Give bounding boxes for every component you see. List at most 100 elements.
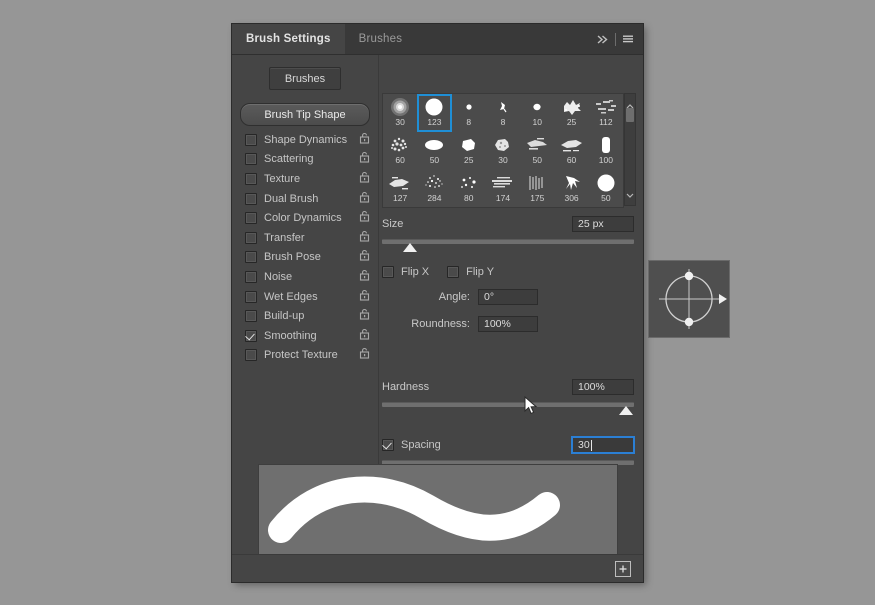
lock-open-icon[interactable] <box>359 248 370 266</box>
brush-preset-cell[interactable]: 8 <box>486 94 520 132</box>
flip-x-checkbox[interactable]: Flip X <box>382 266 429 278</box>
spacing-value: 30 <box>578 439 590 451</box>
lock-open-icon[interactable] <box>359 150 370 168</box>
chevron-down-icon[interactable] <box>626 185 634 205</box>
option-checkbox[interactable] <box>245 153 257 165</box>
tab-brushes[interactable]: Brushes <box>345 24 417 54</box>
hardness-input[interactable]: 100% <box>572 379 634 395</box>
hardness-slider[interactable] <box>382 401 634 415</box>
brush-preset-cell[interactable]: 80 <box>452 170 486 208</box>
brushes-button[interactable]: Brushes <box>269 67 341 90</box>
brush-preset-cell[interactable]: 60 <box>554 132 588 170</box>
lock-open-icon[interactable] <box>359 327 370 345</box>
panel-tabbar-actions <box>596 24 643 54</box>
sidebar-item-wet-edges[interactable]: Wet Edges <box>232 287 378 307</box>
lock-open-icon[interactable] <box>359 346 370 364</box>
brush-preset-size: 127 <box>393 193 407 203</box>
hardness-row: Hardness 100% <box>382 378 634 396</box>
brush-preset-cell[interactable]: 100 <box>589 132 623 170</box>
brush-preset-cell[interactable]: 30 <box>383 94 417 132</box>
angle-roundness-dial[interactable] <box>648 260 730 338</box>
lock-open-icon[interactable] <box>359 288 370 306</box>
double-chevron-right-icon[interactable] <box>596 34 609 45</box>
option-checkbox[interactable] <box>245 310 257 322</box>
brush-preset-cell[interactable]: 30 <box>486 132 520 170</box>
brush-preset-cell[interactable]: 306 <box>554 170 588 208</box>
brush-preset-cell[interactable]: 50 <box>589 170 623 208</box>
brush-preset-grid[interactable]: 3012388102511260502530506010012728480174… <box>382 93 624 208</box>
brush-preset-cell[interactable]: 60 <box>383 132 417 170</box>
spacing-checkbox[interactable]: Spacing <box>382 439 441 451</box>
brush-preset-cell[interactable]: 284 <box>417 170 451 208</box>
flip-y-label: Flip Y <box>466 266 494 278</box>
sidebar-item-build-up[interactable]: Build-up <box>232 306 378 326</box>
brush-preset-cell[interactable]: 10 <box>520 94 554 132</box>
brush-preset-cell[interactable]: 174 <box>486 170 520 208</box>
brush-preset-cell[interactable]: 127 <box>383 170 417 208</box>
tabbar-separator <box>615 33 616 46</box>
tab-brush-settings[interactable]: Brush Settings <box>232 24 345 54</box>
resize-grip[interactable] <box>415 577 461 581</box>
lock-open-icon[interactable] <box>359 268 370 286</box>
lock-open-icon[interactable] <box>359 190 370 208</box>
brush-preset-cell[interactable]: 25 <box>554 94 588 132</box>
sidebar-item-smoothing[interactable]: Smoothing <box>232 326 378 346</box>
sidebar-item-texture[interactable]: Texture <box>232 169 378 189</box>
option-checkbox[interactable] <box>245 251 257 263</box>
brush-preset-cell[interactable]: 50 <box>520 132 554 170</box>
size-input[interactable]: 25 px <box>572 216 634 232</box>
brush-preset-cell[interactable]: 123 <box>417 94 451 132</box>
option-checkbox[interactable] <box>245 193 257 205</box>
hardness-slider-thumb[interactable] <box>619 406 633 415</box>
option-checkbox[interactable] <box>245 232 257 244</box>
option-checkbox[interactable] <box>245 330 257 342</box>
sidebar-item-noise[interactable]: Noise <box>232 267 378 287</box>
brush-preset-size: 50 <box>430 155 439 165</box>
new-brush-plus-icon[interactable] <box>615 561 631 577</box>
roundness-input[interactable]: 100% <box>478 316 538 332</box>
sidebar-item-scattering[interactable]: Scattering <box>232 150 378 170</box>
option-checkbox[interactable] <box>245 212 257 224</box>
brush-grid-scrollbar[interactable] <box>624 93 636 206</box>
brush-preset-cell[interactable]: 25 <box>452 132 486 170</box>
sidebar-item-transfer[interactable]: Transfer <box>232 228 378 248</box>
option-checkbox[interactable] <box>245 173 257 185</box>
sidebar-item-label: Wet Edges <box>264 291 359 303</box>
angle-input[interactable]: 0° <box>478 289 538 305</box>
lock-open-icon[interactable] <box>359 307 370 325</box>
flip-y-checkbox[interactable]: Flip Y <box>447 266 494 278</box>
panel-footer <box>232 554 643 582</box>
spacing-box <box>382 439 394 451</box>
sidebar-item-shape-dynamics[interactable]: Shape Dynamics <box>232 130 378 150</box>
lock-open-icon[interactable] <box>359 131 370 149</box>
sidebar-item-protect-texture[interactable]: Protect Texture <box>232 346 378 366</box>
spacing-input[interactable]: 30 <box>572 437 634 453</box>
lock-open-icon[interactable] <box>359 229 370 247</box>
option-checkbox[interactable] <box>245 291 257 303</box>
sidebar-item-color-dynamics[interactable]: Color Dynamics <box>232 208 378 228</box>
brush-preset-size: 50 <box>533 155 542 165</box>
sidebar-item-brush-pose[interactable]: Brush Pose <box>232 248 378 268</box>
option-checkbox[interactable] <box>245 349 257 361</box>
size-slider[interactable] <box>382 238 634 252</box>
sidebar-item-label: Dual Brush <box>264 193 359 205</box>
hamburger-menu-icon[interactable] <box>622 34 634 45</box>
sidebar-item-label: Transfer <box>264 232 359 244</box>
brush-preset-size: 60 <box>567 155 576 165</box>
sidebar-item-dual-brush[interactable]: Dual Brush <box>232 189 378 209</box>
size-slider-thumb[interactable] <box>403 243 417 252</box>
sidebar-item-label: Brush Pose <box>264 251 359 263</box>
size-label: Size <box>382 218 403 230</box>
brush-preset-cell[interactable]: 50 <box>417 132 451 170</box>
sidebar-item-brush-tip-shape[interactable]: Brush Tip Shape <box>240 103 370 126</box>
brush-preset-cell[interactable]: 112 <box>589 94 623 132</box>
brush-tip-shape-label: Brush Tip Shape <box>264 109 345 121</box>
brush-preset-cell[interactable]: 175 <box>520 170 554 208</box>
scrollbar-thumb[interactable] <box>626 108 634 122</box>
brush-preset-cell[interactable]: 8 <box>452 94 486 132</box>
option-checkbox[interactable] <box>245 271 257 283</box>
lock-open-icon[interactable] <box>359 170 370 188</box>
flip-x-box <box>382 266 394 278</box>
option-checkbox[interactable] <box>245 134 257 146</box>
lock-open-icon[interactable] <box>359 209 370 227</box>
